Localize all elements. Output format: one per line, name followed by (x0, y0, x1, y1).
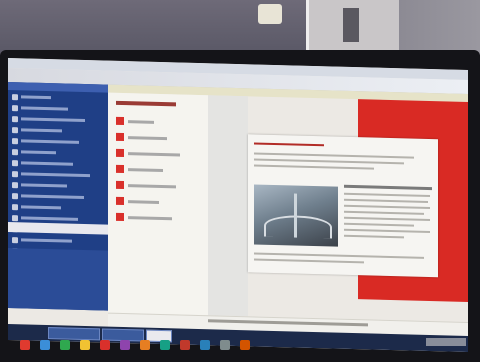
tree-row-label (21, 128, 62, 133)
tree-row[interactable] (12, 125, 104, 136)
card-text-line (254, 152, 414, 159)
article-card (248, 134, 438, 278)
card-text-line (254, 164, 374, 170)
nav-bullet-icon (116, 116, 124, 126)
taskbar-app-icon[interactable] (100, 340, 110, 350)
tree-node-icon (12, 104, 18, 111)
tree-node-icon (12, 192, 18, 199)
tree-node-icon (12, 203, 18, 210)
article-photo (254, 184, 338, 247)
card-body-line (344, 204, 430, 210)
nav-bullet-icon (116, 196, 124, 206)
tree-row-label (21, 183, 67, 188)
card-body-line (344, 192, 430, 198)
card-text-line (254, 158, 404, 165)
tree-node-icon (12, 93, 18, 100)
card-body-line (344, 228, 430, 234)
monitor-screen (8, 58, 468, 353)
tree-node-icon (12, 170, 18, 177)
left-lower-panel[interactable] (8, 248, 108, 311)
tree-row[interactable] (12, 191, 104, 202)
content-nav-column (108, 92, 208, 316)
card-body-line (344, 222, 414, 227)
tree-row[interactable] (12, 158, 104, 169)
nav-link[interactable] (116, 132, 196, 143)
taskbar-app-icon[interactable] (140, 340, 150, 350)
taskbar-app-icon[interactable] (120, 340, 130, 350)
tree-row-label (21, 117, 85, 123)
tree-row-label (21, 139, 79, 144)
wall-outlet (258, 4, 282, 24)
nav-bullet-icon (116, 212, 124, 222)
tree-node-icon (12, 214, 18, 221)
nav-link-label (128, 215, 172, 220)
tree-header (8, 82, 108, 93)
tree-row[interactable] (12, 114, 104, 125)
nav-link-label (128, 167, 163, 172)
taskbar-app-icon[interactable] (160, 340, 170, 350)
taskbar-app-icon[interactable] (80, 340, 90, 350)
nav-bullet-icon (116, 164, 124, 174)
tree-node-icon (12, 236, 18, 243)
card-footer-line (254, 252, 424, 259)
tree-node-icon (12, 159, 18, 166)
nav-bullet-icon (116, 148, 124, 158)
card-title-line (254, 142, 324, 147)
taskbar-app-icon[interactable] (200, 340, 210, 350)
tree-row[interactable] (12, 180, 104, 191)
tree-row-label (21, 205, 61, 210)
nav-link[interactable] (116, 164, 196, 175)
tree-row-label (21, 238, 72, 243)
card-footer-line (254, 258, 364, 264)
nav-link-label (128, 119, 154, 124)
taskbar-app-icon[interactable] (40, 340, 50, 350)
tree-row-label (21, 106, 68, 111)
nav-link[interactable] (116, 116, 196, 127)
tree-row-label (21, 172, 90, 178)
card-body-line (344, 210, 424, 215)
tree-row-label (21, 216, 78, 221)
nav-link[interactable] (116, 212, 196, 223)
taskbar-app-icon[interactable] (60, 340, 70, 350)
system-clock (426, 338, 466, 346)
nav-link-label (128, 135, 167, 140)
tree-node-icon (12, 148, 18, 155)
tree-node-icon (12, 181, 18, 188)
tree-row-label (21, 161, 73, 166)
tree-row[interactable] (12, 147, 104, 158)
tree-row-label (21, 95, 51, 100)
taskbar-icon-row (20, 340, 280, 354)
nav-link[interactable] (116, 196, 196, 207)
tree-row[interactable] (12, 136, 104, 147)
tree-row[interactable] (12, 92, 104, 103)
tree-node-icon (12, 126, 18, 133)
taskbar-app-icon[interactable] (220, 340, 230, 350)
wall-window (306, 0, 399, 52)
nav-link[interactable] (116, 180, 196, 191)
tree-row[interactable] (12, 202, 104, 213)
tree-row[interactable] (12, 169, 104, 180)
taskbar-window-button[interactable] (48, 327, 100, 341)
nav-link-label (128, 199, 159, 204)
nav-link-label (128, 183, 176, 188)
taskbar-app-icon[interactable] (180, 340, 190, 350)
tree-row[interactable] (12, 103, 104, 114)
tree-row[interactable] (12, 235, 104, 246)
card-body-line (344, 234, 404, 239)
taskbar-app-icon[interactable] (240, 340, 250, 350)
tree-node-icon (12, 115, 18, 122)
card-subheading (344, 184, 432, 191)
tree-node-icon (12, 137, 18, 144)
tree-row-label (21, 194, 84, 199)
nav-link-label (128, 151, 180, 157)
nav-bullet-icon (116, 132, 124, 142)
tree-row-label (21, 150, 56, 155)
nav-bullet-icon (116, 180, 124, 190)
nav-link[interactable] (116, 148, 196, 159)
content-gutter (208, 95, 248, 317)
card-body-line (344, 216, 430, 222)
card-body-line (344, 198, 428, 203)
nav-title (116, 100, 176, 107)
taskbar-app-icon[interactable] (20, 340, 30, 350)
